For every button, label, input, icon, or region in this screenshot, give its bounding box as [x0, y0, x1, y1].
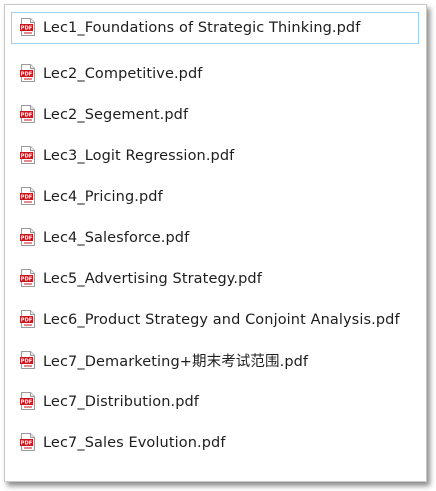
svg-text:PDF: PDF: [21, 317, 33, 323]
pdf-file-icon: PDF: [20, 350, 35, 369]
file-item-7[interactable]: PDF Lec5_Advertising Strategy.pdf: [11, 258, 419, 299]
pdf-file-icon: PDF: [20, 104, 35, 123]
file-name: Lec2_Segement.pdf: [43, 106, 189, 123]
pdf-file-icon: PDF: [20, 309, 35, 328]
file-name: Lec1_Foundations of Strategic Thinking.p…: [43, 20, 361, 36]
svg-text:PDF: PDF: [21, 71, 33, 77]
file-item-1[interactable]: PDF Lec1_Foundations of Strategic Thinki…: [11, 12, 419, 44]
svg-text:PDF: PDF: [21, 153, 33, 159]
svg-text:PDF: PDF: [21, 440, 33, 446]
file-name: Lec3_Logit Regression.pdf: [43, 147, 235, 164]
file-item-8[interactable]: PDF Lec6_Product Strategy and Conjoint A…: [11, 299, 419, 340]
file-name: Lec7_Distribution.pdf: [43, 393, 200, 410]
file-name: Lec5_Advertising Strategy.pdf: [43, 270, 262, 287]
pdf-file-icon: PDF: [20, 268, 35, 287]
pdf-file-icon: PDF: [20, 227, 35, 246]
svg-text:PDF: PDF: [21, 276, 33, 282]
file-item-4[interactable]: PDF Lec3_Logit Regression.pdf: [11, 135, 419, 176]
pdf-file-icon: PDF: [20, 18, 35, 36]
pdf-file-icon: PDF: [20, 432, 35, 451]
file-item-10[interactable]: PDF Lec7_Distribution.pdf: [11, 381, 419, 422]
file-name: Lec4_Salesforce.pdf: [43, 229, 190, 246]
file-name: Lec7_Demarketing+期末考试范围.pdf: [43, 354, 309, 370]
file-name: Lec2_Competitive.pdf: [43, 65, 203, 82]
svg-text:PDF: PDF: [21, 235, 33, 241]
pdf-file-icon: PDF: [20, 391, 35, 410]
file-item-2[interactable]: PDF Lec2_Competitive.pdf: [11, 53, 419, 94]
file-item-9[interactable]: PDF Lec7_Demarketing+期末考试范围.pdf: [11, 340, 419, 381]
svg-text:PDF: PDF: [21, 26, 33, 32]
svg-text:PDF: PDF: [21, 112, 33, 118]
file-list-window: PDF Lec1_Foundations of Strategic Thinki…: [4, 4, 427, 482]
svg-text:PDF: PDF: [21, 358, 33, 364]
pdf-file-icon: PDF: [20, 186, 35, 205]
svg-text:PDF: PDF: [21, 399, 33, 405]
pdf-file-icon: PDF: [20, 145, 35, 164]
svg-text:PDF: PDF: [21, 194, 33, 200]
file-item-5[interactable]: PDF Lec4_Pricing.pdf: [11, 176, 419, 217]
file-name: Lec4_Pricing.pdf: [43, 188, 163, 205]
file-name: Lec6_Product Strategy and Conjoint Analy…: [43, 311, 400, 328]
file-item-3[interactable]: PDF Lec2_Segement.pdf: [11, 94, 419, 135]
file-item-6[interactable]: PDF Lec4_Salesforce.pdf: [11, 217, 419, 258]
file-item-11[interactable]: PDF Lec7_Sales Evolution.pdf: [11, 422, 419, 463]
file-list: PDF Lec1_Foundations of Strategic Thinki…: [11, 12, 419, 463]
file-name: Lec7_Sales Evolution.pdf: [43, 434, 226, 451]
pdf-file-icon: PDF: [20, 63, 35, 82]
